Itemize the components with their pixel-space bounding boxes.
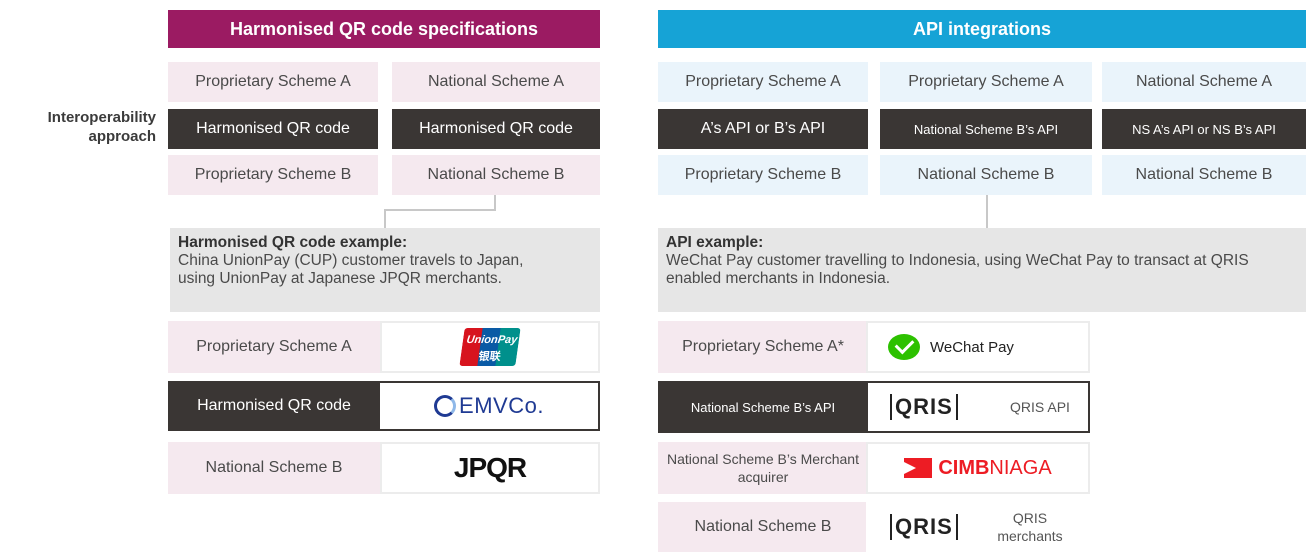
qris-logo-merchants: QRIS — [890, 514, 958, 540]
right-grid-r1c1: Proprietary Scheme A — [658, 62, 868, 102]
right-grid-r1c2: Proprietary Scheme A — [880, 62, 1092, 102]
left-connector-vertical-left — [384, 209, 386, 229]
left-connector-horizontal — [384, 209, 496, 211]
right-example-title: API example: — [666, 234, 764, 251]
right-row1-label: Proprietary Scheme A* — [658, 321, 868, 373]
right-example-box: API example: WeChat Pay customer travell… — [658, 228, 1306, 312]
left-header: Harmonised QR code specifications — [168, 10, 600, 48]
left-row3-logo-box: JPQR — [380, 442, 600, 494]
left-row2-logo-box: EMVCo. — [378, 381, 600, 431]
right-grid-r2c2: National Scheme B’s API — [880, 109, 1092, 149]
right-example-text: WeChat Pay customer travelling to Indone… — [666, 252, 1249, 287]
emvco-ring-icon — [434, 395, 457, 417]
left-row2-label: Harmonised QR code — [168, 381, 380, 431]
right-grid-r3c1: Proprietary Scheme B — [658, 155, 868, 195]
qris-merchants-note: QRIS merchants — [997, 510, 1063, 544]
right-grid-r3c2: National Scheme B — [880, 155, 1092, 195]
right-connector-vertical — [986, 195, 988, 229]
right-row3-logo-box: CIMB NIAGA — [866, 442, 1090, 494]
right-row4-label: National Scheme B — [658, 502, 868, 552]
left-example-title: Harmonised QR code example: — [178, 234, 408, 251]
qris-api-note: QRIS API — [1010, 399, 1070, 415]
left-row3-label: National Scheme B — [168, 442, 380, 494]
interoperability-approach-label: Interoperability approach — [47, 109, 156, 145]
wechat-pay-logo: WeChat Pay — [930, 338, 1014, 356]
jpqr-logo: JPQR — [453, 452, 527, 483]
wechat-check-icon — [888, 334, 920, 360]
left-example-box: Harmonised QR code example: China UnionP… — [170, 228, 600, 312]
left-grid-r2c2: Harmonised QR code — [392, 109, 600, 149]
left-grid-r2c1: Harmonised QR code — [168, 109, 378, 149]
left-example-text: China UnionPay (CUP) customer travels to… — [178, 252, 524, 287]
right-row1-logo-box: WeChat Pay — [866, 321, 1090, 373]
right-row2-label: National Scheme B’s API — [658, 381, 868, 433]
right-row2-logo-box: QRIS QRIS API — [866, 381, 1090, 433]
left-grid-r1c1: Proprietary Scheme A — [168, 62, 378, 102]
emvco-logo: EMVCo. — [459, 393, 544, 418]
left-grid-r3c2: National Scheme B — [392, 155, 600, 195]
left-grid-r1c2: National Scheme A — [392, 62, 600, 102]
right-row4-logo-box: QRIS QRIS merchants — [866, 502, 1090, 552]
niaga-logo: NIAGA — [989, 456, 1052, 479]
left-grid-r3c1: Proprietary Scheme B — [168, 155, 378, 195]
left-row1-label: Proprietary Scheme A — [168, 321, 380, 373]
cimb-flag-icon — [904, 458, 933, 478]
cimb-logo: CIMB — [938, 456, 990, 479]
unionpay-logo: UnionPay 银联 — [459, 328, 521, 366]
qris-logo: QRIS — [890, 394, 958, 420]
right-header: API integrations — [658, 10, 1306, 48]
right-grid-r2c1: A’s API or B’s API — [658, 109, 868, 149]
right-row3-label: National Scheme B’s Merchant acquirer — [658, 442, 868, 494]
left-row1-logo-box: UnionPay 银联 — [380, 321, 600, 373]
right-grid-r1c3: National Scheme A — [1102, 62, 1306, 102]
right-grid-r3c3: National Scheme B — [1102, 155, 1306, 195]
right-grid-r2c3: NS A’s API or NS B’s API — [1102, 109, 1306, 149]
